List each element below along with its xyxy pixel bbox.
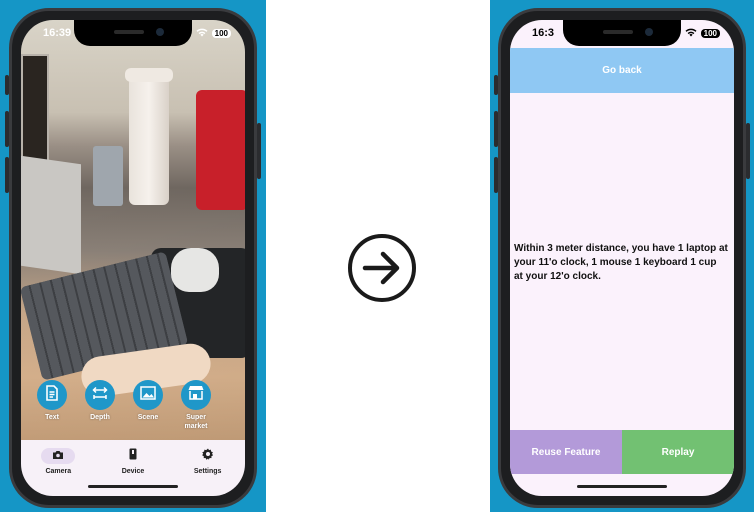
status-bar: 16:39 100 xyxy=(21,20,245,46)
phone-camera: 16:39 100 Text Depth Scene Super market … xyxy=(5,8,261,508)
result-message: Within 3 meter distance, you have 1 lapt… xyxy=(514,243,728,282)
camera-icon xyxy=(52,447,64,465)
go-back-button[interactable]: Go back xyxy=(510,48,734,93)
arrow-right-circle-icon xyxy=(347,233,417,303)
tab-settings[interactable]: Settings xyxy=(178,448,238,496)
camera-preview[interactable] xyxy=(21,20,245,440)
reuse-feature-button[interactable]: Reuse Feature xyxy=(510,430,622,474)
store-icon xyxy=(188,385,204,405)
right-panel: 16:3 100 Go back Within 3 meter distance… xyxy=(490,0,754,512)
mode-depth-button[interactable]: Depth xyxy=(83,380,117,431)
status-time: 16:3 xyxy=(532,27,555,39)
comparison-stage: 16:39 100 Text Depth Scene Super market … xyxy=(0,0,754,512)
result-screen: 16:3 100 Go back Within 3 meter distance… xyxy=(510,20,734,496)
mode-button-row: Text Depth Scene Super market xyxy=(35,380,213,431)
tab-camera[interactable]: Camera xyxy=(28,448,88,496)
bottom-tab-bar: Camera Device Settings xyxy=(21,440,245,496)
mode-supermarket-button[interactable]: Super market xyxy=(179,380,213,431)
document-icon xyxy=(45,384,59,406)
mode-scene-label: Scene xyxy=(137,414,159,421)
action-button-row: Reuse Feature Replay xyxy=(510,430,734,474)
wifi-icon xyxy=(196,28,208,39)
battery-indicator: 100 xyxy=(211,28,231,38)
battery-indicator: 100 xyxy=(700,28,720,38)
device-icon xyxy=(129,447,137,465)
home-indicator[interactable] xyxy=(88,485,178,488)
status-bar: 16:3 100 xyxy=(510,20,734,46)
tab-camera-label: Camera xyxy=(45,468,72,475)
camera-screen: 16:39 100 Text Depth Scene Super market … xyxy=(21,20,245,496)
image-icon xyxy=(140,385,156,405)
mode-text-label: Text xyxy=(45,414,59,421)
tab-settings-label: Settings xyxy=(193,468,222,475)
home-indicator[interactable] xyxy=(577,485,667,488)
tab-device[interactable]: Device xyxy=(103,448,163,496)
mode-text-button[interactable]: Text xyxy=(35,380,69,431)
mode-depth-label: Depth xyxy=(90,414,110,421)
wifi-icon xyxy=(685,28,697,39)
tab-device-label: Device xyxy=(121,468,145,475)
mode-supermarket-label: Super market xyxy=(184,414,208,430)
replay-button[interactable]: Replay xyxy=(622,430,734,474)
left-panel: 16:39 100 Text Depth Scene Super market … xyxy=(0,0,266,512)
depth-icon xyxy=(92,386,108,405)
gear-icon xyxy=(201,447,214,465)
phone-result: 16:3 100 Go back Within 3 meter distance… xyxy=(494,8,750,508)
status-time: 16:39 xyxy=(43,27,72,39)
mode-scene-button[interactable]: Scene xyxy=(131,380,165,431)
